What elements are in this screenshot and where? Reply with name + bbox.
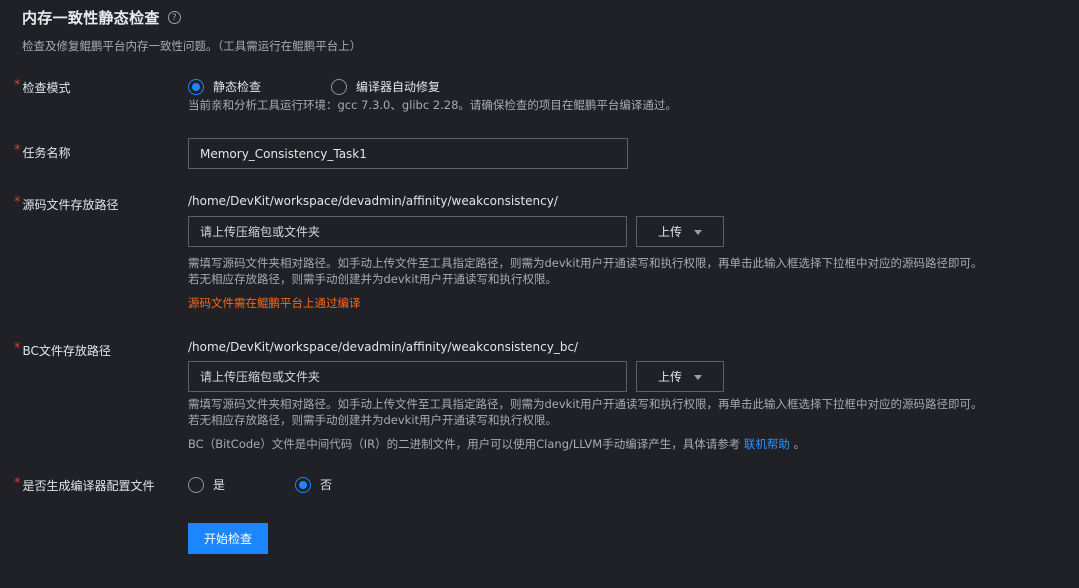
required-mark: * bbox=[14, 476, 21, 491]
source-path-prefix: /home/DevKit/workspace/devadmin/affinity… bbox=[188, 194, 558, 208]
bc-note-text: BC（BitCode）文件是中间代码（IR）的二进制文件，用户可以使用Clang… bbox=[188, 437, 741, 451]
radio-compiler-autofix[interactable]: 编译器自动修复 bbox=[331, 78, 440, 95]
required-mark: * bbox=[14, 78, 21, 93]
radio-yes-label: 是 bbox=[213, 478, 226, 492]
source-path-label: * 源码文件存放路径 bbox=[14, 196, 119, 213]
radio-no-label: 否 bbox=[320, 478, 333, 492]
bc-path-hint-2: 若无相应存放路径，则需手动创建并为devkit用户开通读写和执行权限。 bbox=[188, 413, 558, 427]
check-mode-label: * 检查模式 bbox=[14, 79, 71, 96]
online-help-link[interactable]: 联机帮助 bbox=[744, 437, 790, 451]
bc-path-label: * BC文件存放路径 bbox=[14, 342, 111, 359]
radio-no[interactable]: 否 bbox=[295, 476, 332, 493]
source-path-hint-2: 若无相应存放路径，则需手动创建并为devkit用户开通读写和执行权限。 bbox=[188, 272, 558, 286]
start-check-button[interactable]: 开始检查 bbox=[188, 523, 268, 554]
gen-config-label-text: 是否生成编译器配置文件 bbox=[22, 479, 155, 493]
page-subtitle: 检查及修复鲲鹏平台内存一致性问题。（工具需运行在鲲鹏平台上） bbox=[22, 39, 362, 53]
radio-static-check[interactable]: 静态检查 bbox=[188, 78, 261, 95]
radio-unchecked-icon[interactable] bbox=[188, 476, 204, 493]
task-name-input[interactable]: Memory_Consistency_Task1 bbox=[188, 138, 628, 169]
bc-path-prefix: /home/DevKit/workspace/devadmin/affinity… bbox=[188, 340, 579, 354]
required-mark: * bbox=[14, 195, 21, 210]
gen-config-radio-group: 是 否 bbox=[188, 476, 332, 493]
source-path-input[interactable]: 请上传压缩包或文件夹 bbox=[188, 216, 627, 247]
source-upload-dropdown[interactable]: 上传 bbox=[636, 216, 724, 247]
check-mode-label-text: 检查模式 bbox=[22, 81, 71, 95]
chevron-down-icon bbox=[694, 375, 702, 380]
check-mode-radio-group: 静态检查 编译器自动修复 bbox=[188, 78, 440, 95]
gen-config-label: * 是否生成编译器配置文件 bbox=[14, 477, 155, 494]
bc-path-label-text: BC文件存放路径 bbox=[22, 344, 111, 358]
required-mark: * bbox=[14, 341, 21, 356]
task-name-label-text: 任务名称 bbox=[22, 146, 71, 160]
source-upload-label: 上传 bbox=[657, 225, 682, 239]
bc-path-input[interactable]: 请上传压缩包或文件夹 bbox=[188, 361, 627, 392]
required-mark: * bbox=[14, 143, 21, 158]
radio-yes[interactable]: 是 bbox=[188, 476, 225, 493]
bc-note-end: 。 bbox=[793, 437, 806, 451]
memory-consistency-check-page: 内存一致性静态检查 ? 检查及修复鲲鹏平台内存一致性问题。（工具需运行在鲲鹏平台… bbox=[0, 0, 1079, 588]
bc-note: BC（BitCode）文件是中间代码（IR）的二进制文件，用户可以使用Clang… bbox=[188, 436, 805, 452]
radio-checked-icon[interactable] bbox=[188, 78, 204, 95]
source-path-hint-1: 需填写源码文件夹相对路径。如手动上传文件至工具指定路径，则需为devkit用户开… bbox=[188, 256, 983, 270]
page-title: 内存一致性静态检查 bbox=[22, 9, 160, 27]
bc-upload-label: 上传 bbox=[657, 370, 682, 384]
chevron-down-icon bbox=[694, 230, 702, 235]
source-path-warning: 源码文件需在鲲鹏平台上通过编译 bbox=[188, 296, 361, 310]
radio-checked-icon[interactable] bbox=[295, 476, 312, 493]
source-path-label-text: 源码文件存放路径 bbox=[22, 198, 119, 212]
help-icon[interactable]: ? bbox=[167, 11, 181, 24]
title-row: 内存一致性静态检查 ? bbox=[22, 7, 181, 28]
bc-upload-dropdown[interactable]: 上传 bbox=[636, 361, 724, 392]
radio-static-check-label: 静态检查 bbox=[213, 80, 262, 94]
radio-unchecked-icon[interactable] bbox=[331, 78, 348, 95]
bc-path-hint-1: 需填写源码文件夹相对路径。如手动上传文件至工具指定路径，则需为devkit用户开… bbox=[188, 397, 983, 411]
radio-compiler-autofix-label: 编译器自动修复 bbox=[356, 80, 441, 94]
check-mode-hint: 当前亲和分析工具运行环境：gcc 7.3.0、glibc 2.28。请确保检查的… bbox=[188, 98, 677, 112]
task-name-label: * 任务名称 bbox=[14, 144, 71, 161]
